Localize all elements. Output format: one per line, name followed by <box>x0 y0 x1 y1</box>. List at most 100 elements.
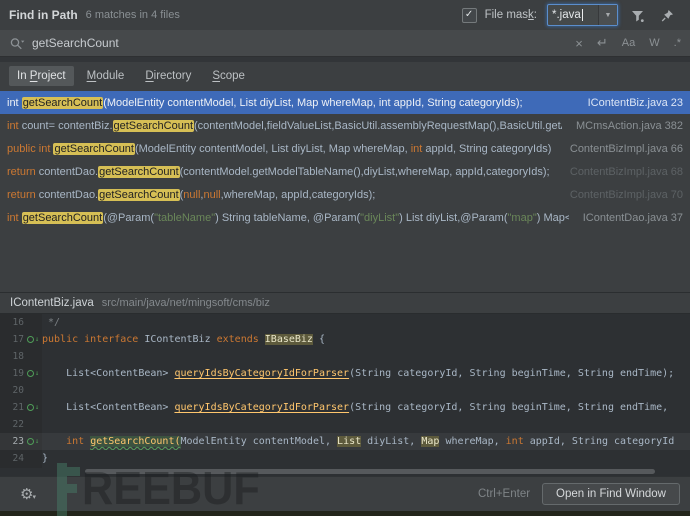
result-row[interactable]: int count= contentBiz.getSearchCount(con… <box>0 114 690 137</box>
code-line[interactable]: 24} <box>0 450 690 467</box>
clear-search-icon[interactable]: × <box>575 36 583 51</box>
code-segment: (ModelEntity contentModel, List diyList,… <box>103 96 523 109</box>
code-line[interactable]: 18 <box>0 348 690 365</box>
search-history-chevron[interactable] <box>21 40 25 43</box>
bottom-edge-strip <box>0 511 690 516</box>
result-row[interactable]: int getSearchCount(@Param("tableName") S… <box>0 206 690 229</box>
result-row[interactable]: public int getSearchCount(ModelEntity co… <box>0 137 690 160</box>
code-segment: return <box>7 188 39 201</box>
horizontal-scrollbar[interactable] <box>0 468 690 476</box>
file-mask-combobox[interactable]: *.java ▼ <box>547 4 618 26</box>
scrollbar-thumb[interactable] <box>85 469 655 474</box>
code-line[interactable]: 16 */ <box>0 314 690 331</box>
code-segment: int <box>7 211 22 224</box>
tabs: In Project Module Directory Scope <box>0 62 690 90</box>
code-segment: "map" <box>507 211 537 224</box>
file-mask-dropdown-button[interactable]: ▼ <box>598 5 617 25</box>
filter-button[interactable] <box>626 4 648 26</box>
tab-module[interactable]: Module <box>79 66 133 86</box>
code-segment: (String categoryId, String beginTime, St… <box>349 368 675 379</box>
code-segment: getSearchCount <box>53 142 135 155</box>
settings-gear-button[interactable]: ⚙ ▾ <box>20 487 36 502</box>
insert-newline-icon[interactable]: ↵ <box>597 35 608 51</box>
code-line[interactable]: 23 ↓ int getSearchCount(ModelEntity conte… <box>0 433 690 450</box>
code-line[interactable]: 17 ↓ public interface IContentBiz extends … <box>0 331 690 348</box>
implemented-method-icon[interactable]: ↓ <box>24 438 42 445</box>
open-in-find-window-button[interactable]: Open in Find Window <box>542 483 680 505</box>
code-text: List<ContentBean> queryIdsByCategoryIdFo… <box>42 402 668 413</box>
line-number: 16 <box>12 317 24 328</box>
preview-header: IContentBiz.java src/main/java/net/mings… <box>0 292 690 314</box>
code-segment: (String categoryId, String beginTime, St… <box>349 402 669 413</box>
dialog-header: Find in Path 6 matches in 4 files ✓ File… <box>0 0 690 30</box>
code-segment: ,whereMap, appId,categoryIds); <box>220 188 376 201</box>
preview-file-path: src/main/java/net/mingsoft/cms/biz <box>101 297 270 309</box>
code-segment: int <box>7 119 22 132</box>
tab-directory[interactable]: Directory <box>137 66 199 86</box>
search-icon <box>10 37 25 49</box>
code-text: */ <box>42 317 60 328</box>
dialog-title: Find in Path <box>9 8 78 22</box>
file-mask-label-post: : <box>533 9 537 21</box>
dialog-footer: ⚙ ▾ Ctrl+Enter Open in Find Window <box>0 476 690 511</box>
regex-toggle[interactable]: .* <box>674 37 681 49</box>
result-text: int count= contentBiz.getSearchCount(con… <box>7 119 562 132</box>
pin-button[interactable] <box>656 4 678 26</box>
gear-icon: ⚙ <box>20 485 34 503</box>
code-segment: (contentModel,fieldValueList,BasicUtil.a… <box>194 119 562 132</box>
line-number: 20 <box>12 385 24 396</box>
line-number: 23 <box>12 436 24 447</box>
implemented-method-icon[interactable]: ↓ <box>24 404 42 411</box>
tab-scope[interactable]: Scope <box>204 66 253 86</box>
code-segment: appId, String categoryId <box>523 436 675 447</box>
code-segment: } <box>42 453 49 464</box>
code-segment: getSearchCount <box>21 211 104 224</box>
results-list: int getSearchCount (ModelEntity contentMo… <box>0 91 690 229</box>
code-line[interactable]: 19 ↓ List<ContentBean> queryIdsByCategory… <box>0 365 690 382</box>
chevron-down-icon: ▾ <box>32 493 36 501</box>
implemented-method-icon[interactable]: ↓ <box>24 370 42 377</box>
code-segment: getSearchCount <box>98 165 180 178</box>
code-preview-editor[interactable]: 16 */17 ↓ public interface IContentBiz ext… <box>0 314 690 468</box>
file-mask-label: File mask: <box>485 9 537 21</box>
code-segment: Map <box>421 436 440 447</box>
code-segment: public int <box>7 142 54 155</box>
code-segment: (contentModel.getModelTableName(),diyLis… <box>179 165 550 178</box>
line-number: 17 <box>12 334 24 345</box>
code-segment: ) String tableName, @Param( <box>215 211 361 224</box>
code-segment: getSearchCount <box>98 188 180 201</box>
implemented-method-icon[interactable]: ↓ <box>24 336 42 343</box>
whole-words-toggle[interactable]: W <box>649 37 659 49</box>
file-mask-checkbox[interactable]: ✓ <box>461 7 477 23</box>
match-case-toggle[interactable]: Aa <box>622 37 635 49</box>
code-line[interactable]: 21 ↓ List<ContentBean> queryIdsByCategory… <box>0 399 690 416</box>
tab-in-project[interactable]: In Project <box>9 66 74 86</box>
text-caret <box>581 9 583 21</box>
line-number: 19 <box>12 368 24 379</box>
search-field[interactable]: getSearchCount × ↵ Aa W .* <box>0 30 690 57</box>
file-mask-input[interactable]: *.java <box>548 5 598 25</box>
code-segment: queryIdsByCategoryIdForParser <box>174 368 350 379</box>
code-segment: ) Map<St <box>536 211 569 224</box>
code-segment: contentDao. <box>38 165 99 178</box>
pin-icon <box>661 9 673 21</box>
code-segment: ) List diyList,@Param( <box>399 211 508 224</box>
code-line[interactable]: 22 <box>0 416 690 433</box>
result-row[interactable]: return contentDao.getSearchCount(content… <box>0 160 690 183</box>
result-row[interactable]: return contentDao.getSearchCount(null,nu… <box>0 183 690 206</box>
funnel-icon <box>631 10 644 22</box>
code-segment: List<ContentBean> <box>42 402 175 413</box>
code-segment: contentDao. <box>38 188 99 201</box>
result-text: return contentDao.getSearchCount(null,nu… <box>7 188 376 201</box>
code-segment: appId, String categoryIds) <box>422 142 552 155</box>
result-file-label: ContentBizImpl.java 70 <box>569 188 683 201</box>
code-text: } <box>42 453 48 464</box>
code-segment: count= contentBiz. <box>21 119 113 132</box>
file-mask-value: *.java <box>552 9 581 21</box>
code-line[interactable]: 20 <box>0 382 690 399</box>
shortcut-hint: Ctrl+Enter <box>477 488 531 500</box>
result-row[interactable]: int getSearchCount(ModelEntity contentMo… <box>0 91 690 114</box>
code-segment: extends <box>216 334 265 345</box>
file-mask-label-pre: File mas <box>484 9 529 21</box>
